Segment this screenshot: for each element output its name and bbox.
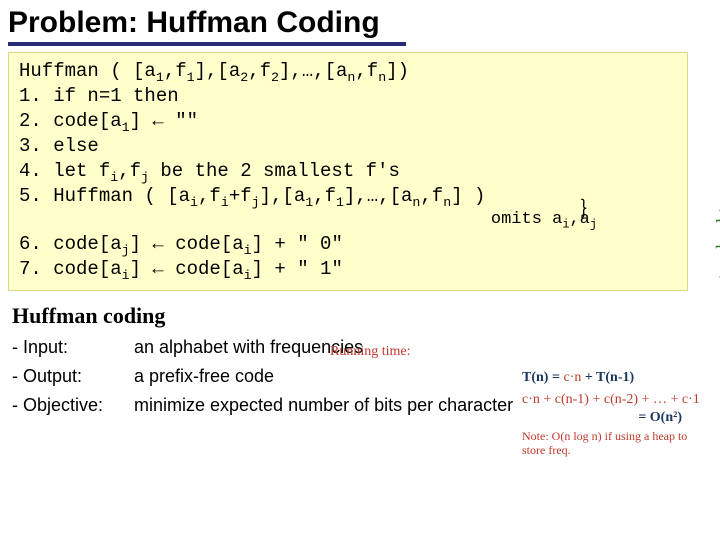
objective-value: minimize expected number of bits per cha… (128, 391, 519, 420)
running-time-label: Running time: (330, 344, 411, 360)
complexity-derivation: T(n) = c·n + T(n-1) c·n + c(n-1) + c(n-2… (522, 370, 712, 458)
algo-line-4: 4. let fi,fj be the 2 smallest f's (19, 159, 677, 184)
section-heading: Huffman coding (0, 299, 720, 333)
algo-signature: Huffman ( [a1,f1],[a2,f2],…,[an,fn]) (19, 59, 677, 84)
output-label: - Output: (6, 362, 128, 391)
algo-line-6: 6. code[aj] ← code[ai] + " 0" (19, 232, 677, 257)
algo-line-1: 1. if n=1 then (19, 84, 677, 109)
slide-title: Problem: Huffman Coding (0, 0, 720, 42)
algo-line-7: 7. code[ai] ← code[ai] + " 1" (19, 257, 677, 282)
title-underline (8, 42, 406, 46)
algorithm-box: Huffman ( [a1,f1],[a2,f2],…,[an,fn]) 1. … (8, 52, 688, 291)
input-label: - Input: (6, 333, 128, 362)
input-value: an alphabet with frequencies (128, 333, 519, 362)
output-value: a prefix-free code (128, 362, 519, 391)
algo-line-2: 2. code[a1] ← "" (19, 109, 677, 134)
objective-label: - Objective: (6, 391, 128, 420)
brace-icon: ︷ (574, 198, 600, 218)
algo-line-3: 3. else (19, 134, 677, 159)
greedy-annotation: greedy algo (712, 200, 720, 284)
